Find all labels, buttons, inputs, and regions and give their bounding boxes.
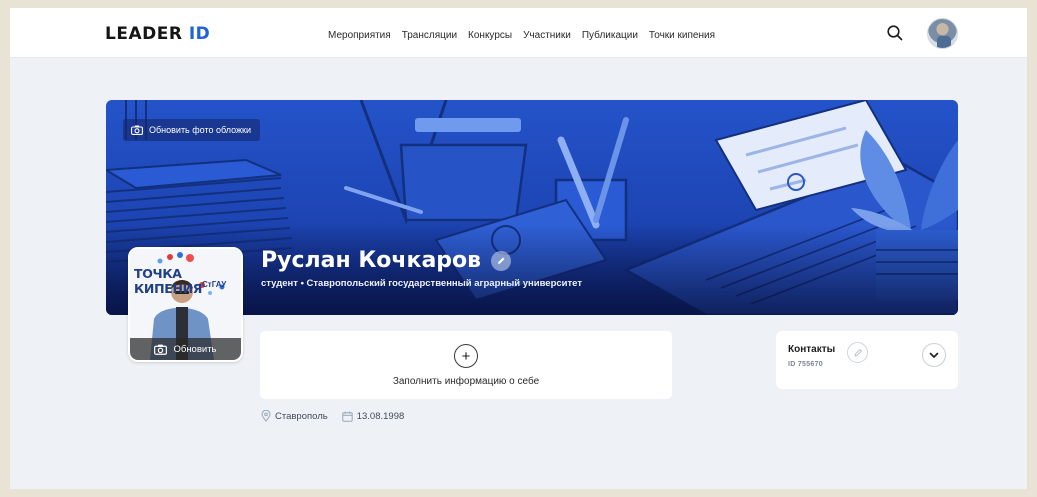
city-text: Ставрополь [275, 410, 328, 422]
pencil-icon [498, 257, 505, 264]
profile-name-block: Руслан Кочкаров студент • Ставропольский… [261, 248, 582, 289]
contacts-title: Контакты [788, 344, 836, 355]
page: LEADER ID Мероприятия Трансляции Конкурс… [10, 8, 1027, 489]
nav-item-events[interactable]: Мероприятия [328, 30, 391, 41]
leader-id-logo[interactable]: LEADER ID [105, 24, 210, 44]
nav-item-contests[interactable]: Конкурсы [468, 30, 512, 41]
edit-contacts-button[interactable] [847, 342, 868, 363]
update-cover-button[interactable]: Обновить фото обложки [123, 119, 260, 141]
camera-icon [131, 125, 143, 135]
contacts-id: ID 755670 [788, 361, 824, 368]
plus-icon[interactable]: + [454, 344, 478, 368]
pencil-icon [853, 348, 862, 357]
profile-photo[interactable]: ТОЧКА КИПЕНИЯ СтГАУ Обновить [128, 247, 243, 362]
fill-info-card[interactable]: + Заполнить информацию о себе [260, 331, 672, 399]
top-header: LEADER ID Мероприятия Трансляции Конкурс… [10, 8, 1027, 58]
calendar-icon [342, 411, 353, 422]
nav-item-boiling-points[interactable]: Точки кипения [649, 30, 715, 41]
user-avatar[interactable] [927, 18, 958, 49]
city-item: Ставрополь [261, 410, 328, 422]
edit-name-button[interactable] [491, 251, 512, 271]
birthdate-item: 13.08.1998 [342, 410, 405, 422]
profile-subtitle: студент • Ставропольский государственный… [261, 278, 582, 289]
nav-item-participants[interactable]: Участники [523, 30, 571, 41]
main-nav: Мероприятия Трансляции Конкурсы Участник… [328, 30, 726, 41]
location-pin-icon [261, 410, 271, 422]
camera-icon [154, 344, 168, 355]
update-photo-label: Обновить [173, 343, 217, 355]
birthdate-text: 13.08.1998 [356, 410, 405, 422]
logo-main-text: LEADER [105, 24, 183, 44]
profile-name: Руслан Кочкаров [261, 248, 482, 273]
search-icon[interactable] [886, 24, 904, 42]
chevron-down-icon [929, 352, 939, 358]
profile-name-row: Руслан Кочкаров [261, 248, 582, 274]
fill-info-label: Заполнить информацию о себе [392, 376, 540, 387]
profile-meta: Ставрополь 13.08.1998 [261, 410, 404, 422]
expand-contacts-button[interactable] [922, 343, 946, 367]
nav-item-publications[interactable]: Публикации [582, 30, 638, 41]
photo-brand-sub: СтГАУ [202, 280, 227, 289]
nav-item-broadcasts[interactable]: Трансляции [402, 30, 457, 41]
contacts-card: Контакты ID 755670 [776, 331, 958, 389]
update-photo-button[interactable]: Обновить [130, 338, 241, 360]
update-cover-label: Обновить фото обложки [149, 125, 251, 135]
logo-accent-text: ID [188, 24, 211, 44]
